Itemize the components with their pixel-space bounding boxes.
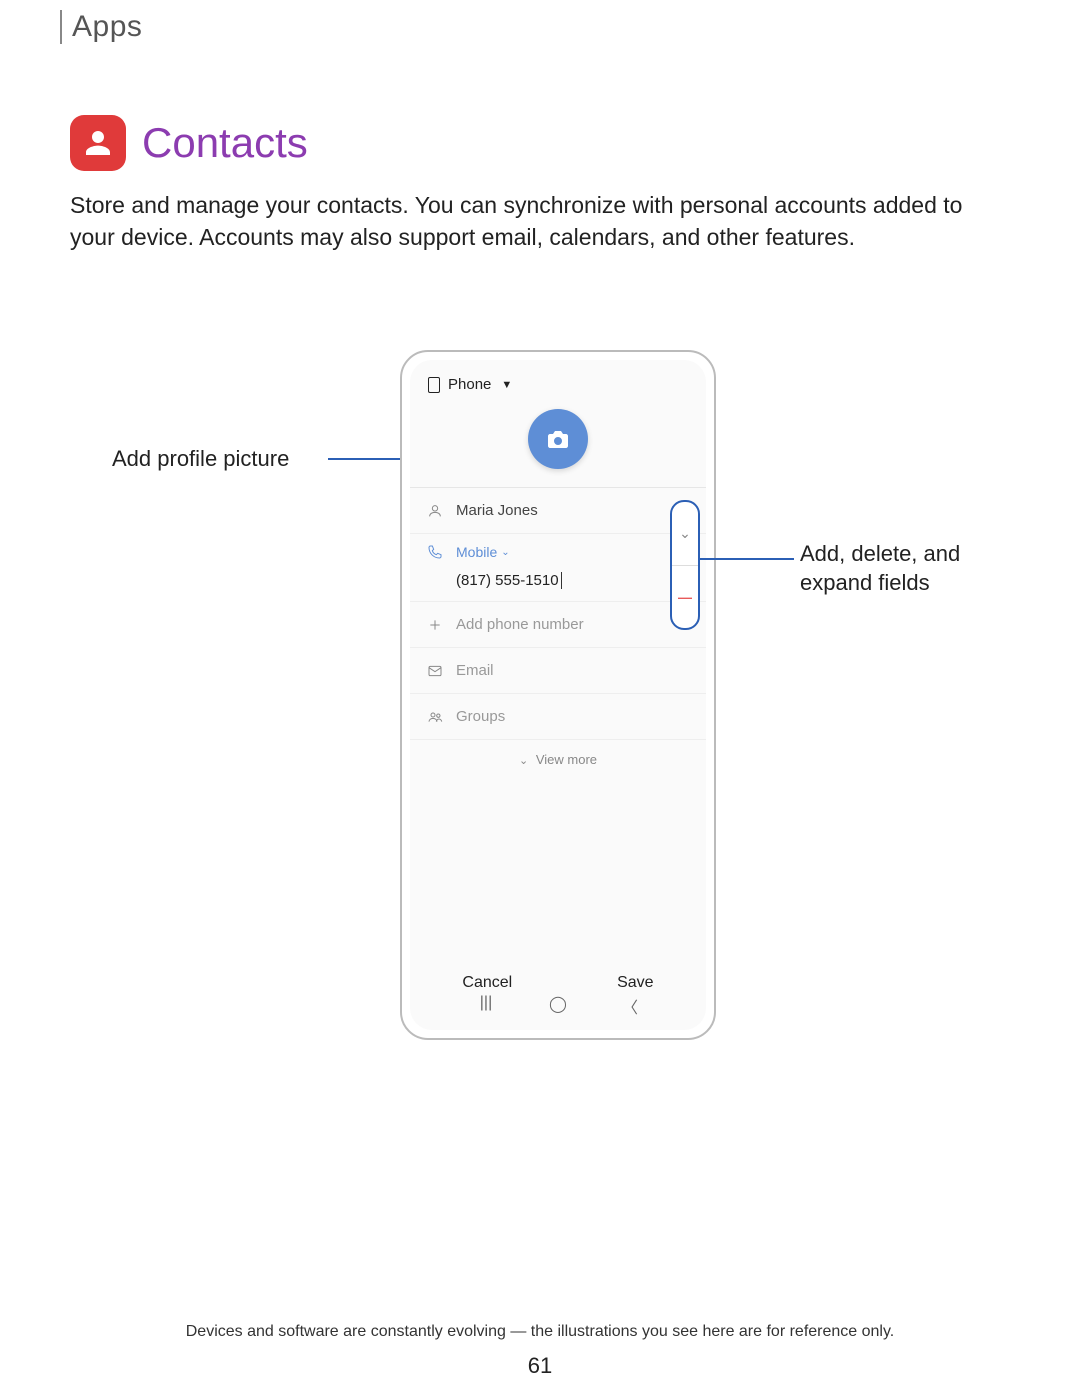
callout-field-controls: Add, delete, and expand fields: [800, 540, 1020, 597]
contacts-app-icon: [70, 115, 126, 171]
page-number: 61: [0, 1353, 1080, 1379]
breadcrumb: Apps: [60, 10, 142, 44]
callout-line-right: [700, 558, 794, 560]
group-icon: [426, 709, 444, 725]
page-title: Contacts: [142, 119, 308, 167]
phone-type-selector[interactable]: Mobile ⌄: [456, 544, 510, 560]
chevron-down-icon: ▼: [501, 379, 512, 391]
disclaimer-text: Devices and software are constantly evol…: [0, 1323, 1080, 1341]
camera-icon: [546, 429, 570, 449]
storage-selector[interactable]: Phone ▼: [410, 360, 706, 401]
add-phone-row[interactable]: Add phone number: [410, 602, 706, 648]
chevron-down-icon: ⌄: [679, 525, 691, 542]
mail-icon: [426, 663, 444, 679]
minus-icon: —: [678, 589, 692, 605]
groups-label: Groups: [456, 708, 505, 725]
groups-field[interactable]: Groups: [410, 694, 706, 740]
add-phone-label: Add phone number: [456, 616, 584, 633]
plus-icon: [426, 617, 444, 633]
phone-icon: [426, 544, 444, 560]
phone-number-value: (817) 555-1510: [456, 572, 562, 589]
chevron-down-icon: ⌄: [501, 547, 509, 558]
chevron-down-icon: ⌄: [519, 755, 528, 767]
name-value: Maria Jones: [456, 502, 538, 519]
expand-field-button[interactable]: ⌄: [672, 502, 698, 565]
home-nav-icon[interactable]: ◯: [549, 994, 567, 1018]
recents-nav-icon[interactable]: |||: [477, 994, 495, 1018]
field-controls-callout-group: ⌄ —: [670, 500, 700, 630]
email-label: Email: [456, 662, 494, 679]
delete-field-button[interactable]: —: [672, 566, 698, 629]
callout-profile-picture: Add profile picture: [112, 446, 289, 472]
add-profile-picture-button[interactable]: [528, 409, 588, 469]
storage-label: Phone: [448, 376, 491, 393]
name-field[interactable]: Maria Jones: [410, 488, 706, 534]
back-nav-icon[interactable]: 〈: [621, 994, 639, 1018]
intro-paragraph: Store and manage your contacts. You can …: [70, 189, 990, 253]
email-field[interactable]: Email: [410, 648, 706, 694]
phone-field[interactable]: Mobile ⌄ (817) 555-1510: [410, 534, 706, 602]
person-icon: [426, 503, 444, 519]
phone-mockup: Phone ▼ Maria Jones: [400, 350, 716, 1040]
view-more-button[interactable]: ⌄ View more: [410, 740, 706, 779]
sim-icon: [428, 377, 440, 393]
